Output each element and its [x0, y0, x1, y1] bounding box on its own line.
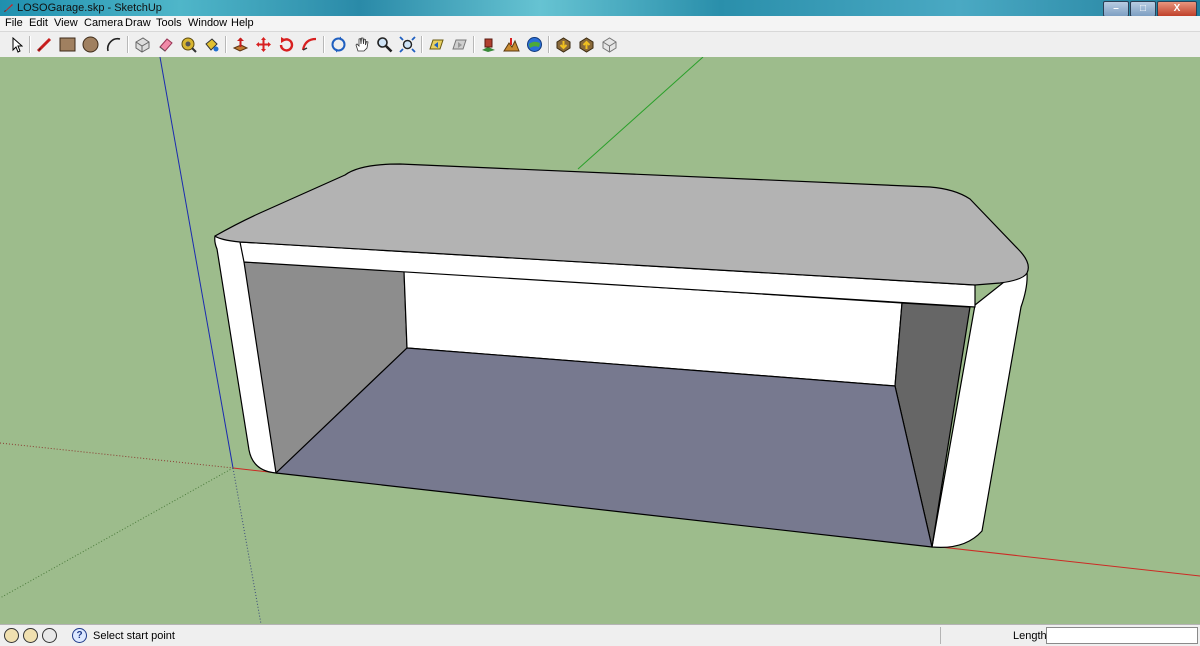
status-bar: ? Select start point Length	[0, 624, 1200, 646]
blue-axis-negative	[232, 467, 262, 624]
length-input[interactable]	[1046, 627, 1198, 644]
credits-icon[interactable]	[23, 628, 38, 643]
follow-me-icon[interactable]	[300, 35, 319, 54]
next-view-icon[interactable]	[450, 35, 469, 54]
status-divider	[940, 627, 941, 644]
select-icon[interactable]	[6, 35, 25, 54]
pan-icon[interactable]	[352, 35, 371, 54]
zoom-extents-icon[interactable]	[398, 35, 417, 54]
menu-draw[interactable]: Draw	[125, 17, 151, 30]
arc-icon[interactable]	[104, 35, 123, 54]
add-location-icon[interactable]	[479, 35, 498, 54]
orbit-icon[interactable]	[329, 35, 348, 54]
get-models-icon[interactable]	[554, 35, 573, 54]
toolbar	[0, 32, 1200, 58]
line-icon[interactable]	[35, 35, 54, 54]
tape-measure-icon[interactable]	[179, 35, 198, 54]
rotate-icon[interactable]	[277, 35, 296, 54]
rectangle-icon[interactable]	[58, 35, 77, 54]
red-axis-negative	[0, 442, 234, 469]
close-button[interactable]: X	[1157, 1, 1197, 17]
maximize-button[interactable]: □	[1130, 1, 1156, 17]
copyright-icon[interactable]	[42, 628, 57, 643]
help-icon[interactable]: ?	[72, 628, 87, 643]
menu-window[interactable]: Window	[188, 17, 227, 30]
green-axis-negative	[0, 467, 234, 599]
move-icon[interactable]	[254, 35, 273, 54]
menu-help[interactable]: Help	[231, 17, 254, 30]
drawing-area[interactable]	[0, 57, 1200, 624]
menu-edit[interactable]: Edit	[29, 17, 48, 30]
google-earth-icon[interactable]	[525, 35, 544, 54]
geo-location-icon[interactable]	[4, 628, 19, 643]
eraser-icon[interactable]	[156, 35, 175, 54]
zoom-icon[interactable]	[375, 35, 394, 54]
menu-file[interactable]: File	[5, 17, 23, 30]
make-component-icon[interactable]	[133, 35, 152, 54]
share-component-icon[interactable]	[600, 35, 619, 54]
window-title: LOSOGarage.skp - SketchUp	[17, 2, 162, 14]
menu-tools[interactable]: Tools	[156, 17, 182, 30]
push-pull-icon[interactable]	[231, 35, 250, 54]
menu-view[interactable]: View	[54, 17, 78, 30]
menu-bar: File Edit View Camera Draw Tools Window …	[0, 16, 1200, 32]
minimize-button[interactable]: –	[1103, 1, 1129, 17]
circle-icon[interactable]	[81, 35, 100, 54]
length-label: Length	[1013, 630, 1047, 642]
title-bar: LOSOGarage.skp - SketchUp – □ X	[0, 0, 1200, 17]
share-model-icon[interactable]	[577, 35, 596, 54]
toggle-terrain-icon[interactable]	[502, 35, 521, 54]
previous-view-icon[interactable]	[427, 35, 446, 54]
status-text: Select start point	[93, 630, 175, 642]
menu-camera[interactable]: Camera	[84, 17, 123, 30]
paint-bucket-icon[interactable]	[202, 35, 221, 54]
green-axis	[577, 57, 704, 170]
sketchup-logo-icon	[3, 2, 14, 13]
garage-model[interactable]	[214, 163, 1029, 549]
